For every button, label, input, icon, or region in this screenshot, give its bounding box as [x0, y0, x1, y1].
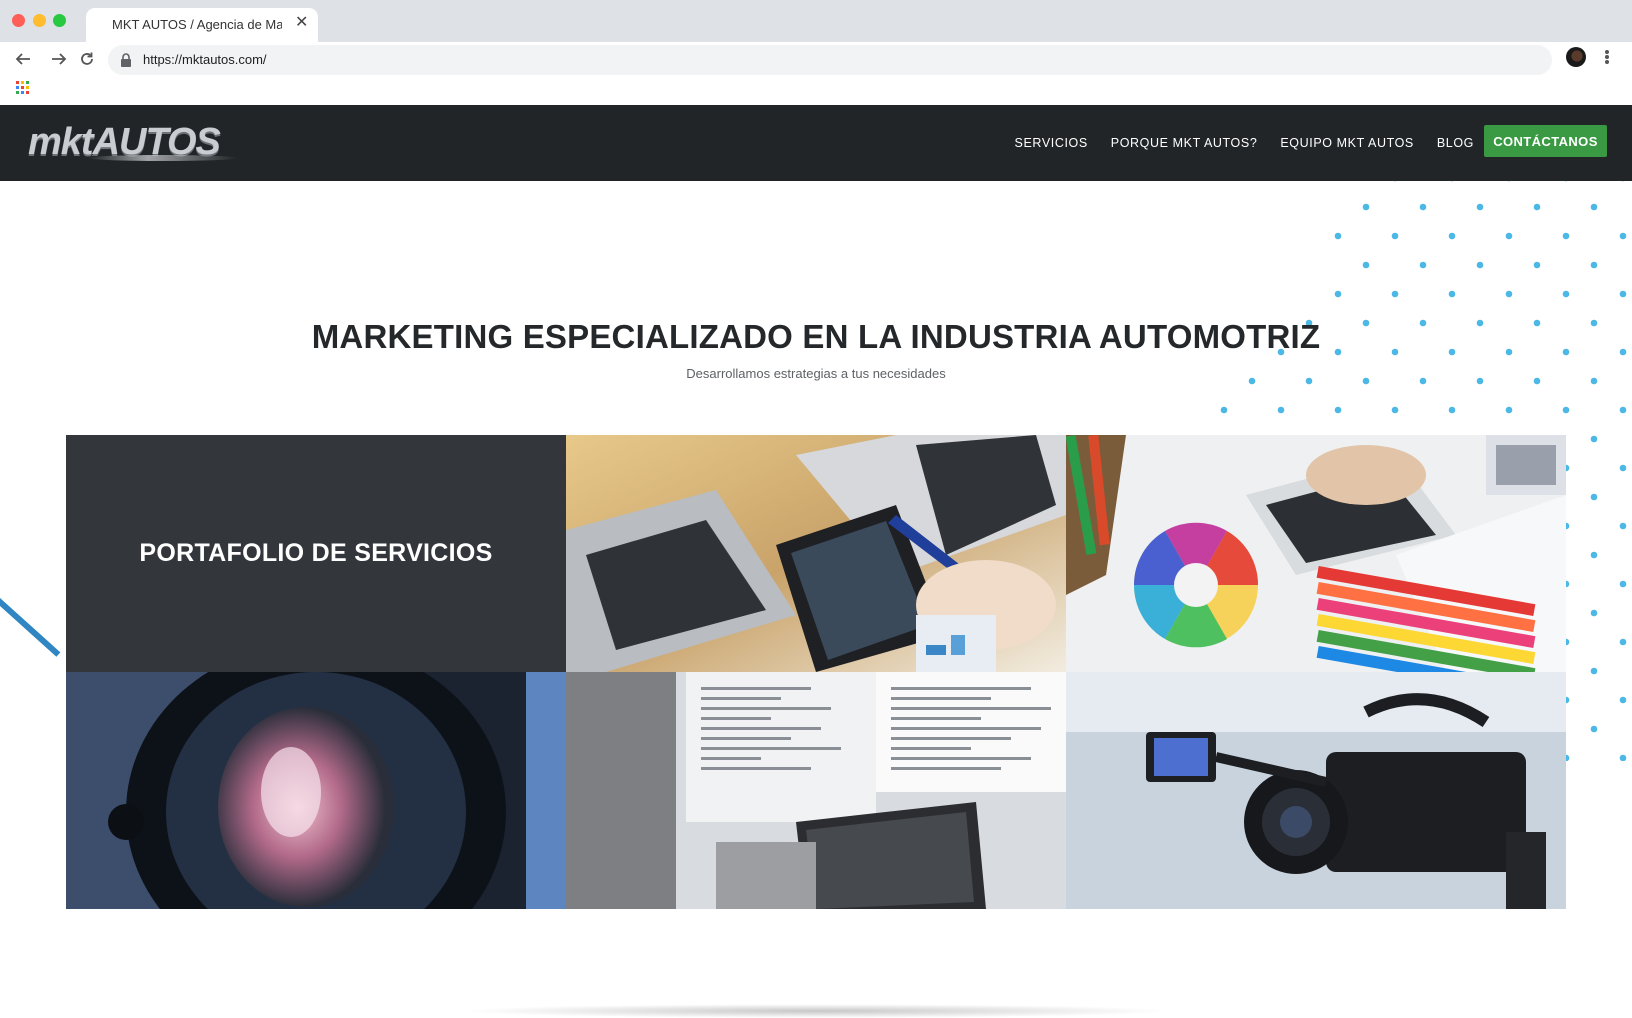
pattern-dot — [1505, 232, 1513, 240]
pattern-dot — [1362, 261, 1370, 269]
pattern-dot — [1419, 203, 1427, 211]
pattern-dot — [1590, 493, 1598, 501]
bookmarks-bar — [0, 78, 1632, 105]
profile-avatar[interactable] — [1566, 47, 1586, 67]
pattern-dot — [1476, 261, 1484, 269]
pattern-dot — [1619, 696, 1627, 704]
pattern-dot — [1619, 754, 1627, 761]
graphic-design-color-wheel-photo[interactable] — [1066, 435, 1566, 672]
pattern-dot — [1562, 406, 1570, 414]
decorative-diagonal-line — [0, 590, 61, 657]
pattern-dot — [1619, 580, 1627, 588]
contact-button[interactable]: CONTÁCTANOS — [1484, 125, 1607, 157]
pattern-dot — [1334, 290, 1342, 298]
window-minimize-button[interactable] — [33, 14, 46, 27]
browser-toolbar: https://mktautos.com/ — [0, 42, 1632, 78]
lock-icon — [121, 53, 131, 67]
browser-tab[interactable]: MKT AUTOS / Agencia de Mar ✕ — [86, 8, 318, 42]
pattern-dot — [1448, 406, 1456, 414]
services-grid: PORTAFOLIO DE SERVICIOS — [66, 435, 1566, 909]
pattern-dot — [1391, 232, 1399, 240]
pattern-dot — [1476, 203, 1484, 211]
back-arrow-icon[interactable] — [9, 45, 37, 73]
pattern-dot — [1619, 232, 1627, 240]
pattern-dot — [1590, 667, 1598, 675]
pattern-dot — [1619, 406, 1627, 414]
site-logo[interactable]: mktAUTOS — [28, 119, 244, 167]
pattern-dot — [1220, 406, 1228, 414]
pattern-dot — [1590, 261, 1598, 269]
main-nav: SERVICIOS PORQUE MKT AUTOS? EQUIPO MKT A… — [992, 105, 1474, 181]
tab-title: MKT AUTOS / Agencia de Mar — [112, 17, 282, 32]
reload-icon[interactable] — [73, 45, 101, 73]
forward-arrow-icon[interactable] — [45, 45, 73, 73]
site-header: mktAUTOS SERVICIOS PORQUE MKT AUTOS? EQU… — [0, 105, 1632, 181]
pattern-dot — [1505, 406, 1513, 414]
pattern-dot — [1362, 203, 1370, 211]
nav-item-servicios[interactable]: SERVICIOS — [1015, 136, 1088, 150]
tab-strip: MKT AUTOS / Agencia de Mar ✕ — [0, 0, 1632, 42]
pattern-dot — [1533, 203, 1541, 211]
pattern-dot — [1562, 232, 1570, 240]
video-camera-photo[interactable] — [1066, 672, 1566, 909]
logo-swoosh — [88, 155, 238, 161]
pattern-dot — [1590, 609, 1598, 617]
pattern-dot — [1590, 203, 1598, 211]
close-icon[interactable]: ✕ — [295, 14, 308, 32]
pattern-dot — [1619, 464, 1627, 472]
pattern-dot — [1562, 290, 1570, 298]
pattern-dot — [1590, 551, 1598, 559]
pattern-dot — [1619, 522, 1627, 530]
laptops-tablet-meeting-photo[interactable] — [566, 435, 1066, 672]
portfolio-tile[interactable]: PORTAFOLIO DE SERVICIOS — [66, 435, 566, 672]
pattern-dot — [1391, 406, 1399, 414]
pattern-dot — [1619, 290, 1627, 298]
camera-lens-photo[interactable] — [66, 672, 566, 909]
pattern-dot — [1448, 290, 1456, 298]
pattern-dot — [1590, 435, 1598, 443]
pattern-dot — [1419, 261, 1427, 269]
section-shadow — [460, 1004, 1172, 1018]
window-maximize-button[interactable] — [53, 14, 66, 27]
pattern-dot — [1334, 406, 1342, 414]
page-subtitle: Desarrollamos estrategias a tus necesida… — [686, 366, 946, 381]
pattern-dot — [1619, 638, 1627, 646]
apps-grid-icon[interactable] — [16, 81, 29, 94]
nav-item-porque[interactable]: PORQUE MKT AUTOS? — [1111, 136, 1258, 150]
pattern-dot — [1505, 290, 1513, 298]
pattern-dot — [1448, 232, 1456, 240]
nav-item-equipo[interactable]: EQUIPO MKT AUTOS — [1280, 136, 1413, 150]
window-close-button[interactable] — [12, 14, 25, 27]
pattern-dot — [1533, 261, 1541, 269]
nav-item-blog[interactable]: BLOG — [1437, 136, 1474, 150]
code-screens-photo[interactable] — [566, 672, 1066, 909]
pattern-dot — [1277, 406, 1285, 414]
pattern-dot — [1391, 290, 1399, 298]
pattern-dot — [1334, 232, 1342, 240]
browser-chrome: MKT AUTOS / Agencia de Mar ✕ https://mkt… — [0, 0, 1632, 105]
portfolio-title: PORTAFOLIO DE SERVICIOS — [139, 539, 493, 567]
kebab-menu-icon[interactable] — [1600, 46, 1614, 68]
address-bar[interactable]: https://mktautos.com/ — [108, 45, 1552, 75]
url-text: https://mktautos.com/ — [143, 52, 267, 67]
page-title: MARKETING ESPECIALIZADO EN LA INDUSTRIA … — [311, 318, 1321, 355]
pattern-dot — [1590, 725, 1598, 733]
